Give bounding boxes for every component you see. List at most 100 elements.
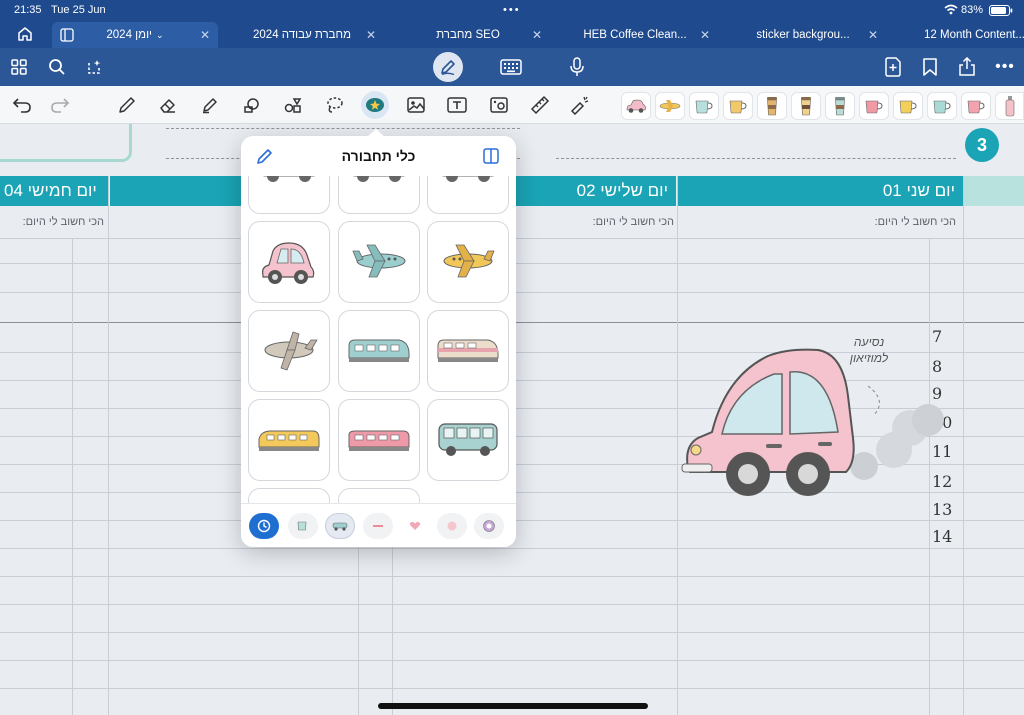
gray-plane-sticker[interactable] [248,310,330,392]
wifi-icon [944,4,958,18]
close-tab-icon[interactable]: ✕ [868,28,878,42]
sticker-grid [241,176,516,503]
home-icon[interactable] [12,21,38,47]
yellow-train-sticker[interactable] [248,399,330,481]
sticker-category-bar [241,503,516,547]
pink-cup-sticker[interactable] [961,92,991,120]
tab-seo-notebook[interactable]: מחברת SEO ✕ [386,22,550,48]
text-box-icon[interactable] [444,92,470,118]
blue-train-sticker[interactable] [338,310,420,392]
important-label: הכי חשוב לי היום: [874,216,956,228]
add-page-icon[interactable] [880,54,906,80]
yellow-cup-sticker[interactable] [723,92,753,120]
pink-car-sticker[interactable] [621,92,651,120]
hearts-category-tab[interactable] [400,513,430,539]
popover-arrow [367,129,385,137]
clock-icon [257,519,271,533]
takeaway-cup-sticker[interactable] [757,92,787,120]
highlighter-icon[interactable] [197,92,223,118]
transport-category-tab[interactable] [325,513,355,539]
stickers-tool-button[interactable] [361,91,389,119]
tab-12-month-content[interactable]: 12 Month Content... [888,22,1024,48]
important-label: הכי חשוב לי היום: [592,216,674,228]
tab-journal-2024[interactable]: יומן 2024 ⌄ ✕ [52,22,218,48]
tab-sticker-background[interactable]: sticker backgrou... ✕ [720,22,886,48]
pink-car-sticker[interactable] [248,221,330,303]
home-indicator[interactable] [378,703,648,709]
share-icon[interactable] [954,54,980,80]
tab-work-notebook[interactable]: מחברת עבודה 2024 ✕ [220,22,384,48]
redo-icon[interactable] [47,92,73,118]
grid-icon[interactable] [6,54,32,80]
circles-category-tab[interactable] [437,513,467,539]
battery-percent: 83% [961,4,984,16]
undo-icon[interactable] [9,92,35,118]
status-bar: 21:35 Tue 25 Jun ••• 83% [0,0,1024,20]
main-toolbar: ••• [0,48,1024,86]
close-tab-icon[interactable]: ✕ [366,28,376,42]
frame-decoration [0,124,132,162]
takeaway-cup-sticker[interactable] [825,92,855,120]
badge-icon [483,520,495,532]
elements-icon[interactable] [280,92,306,118]
day-header-thursday: יום חמישי 04 [0,176,108,206]
blue-plane-sticker[interactable] [338,221,420,303]
drawing-toolbar [0,86,1024,124]
image-icon[interactable] [403,92,429,118]
sticker-popup: כלי תחבורה [241,136,516,547]
tab-label: sticker backgrou... [756,29,850,41]
ruler-icon[interactable] [527,92,553,118]
pen-icon[interactable] [114,92,140,118]
laser-pointer-icon[interactable] [567,92,593,118]
ribbon-icon [373,525,383,527]
yellow-plane-sticker[interactable] [427,221,509,303]
close-tab-icon[interactable]: ✕ [532,28,542,42]
yellow-car-sticker[interactable] [427,176,509,214]
dashed-line [166,128,520,129]
split-view-icon[interactable] [482,147,500,170]
recent-category-tab[interactable] [249,513,279,539]
lasso-icon[interactable] [321,92,347,118]
hour-label: 14 [932,527,953,546]
yellow-plane-sticker[interactable] [655,92,685,120]
mint-cup-sticker[interactable] [689,92,719,120]
car-icon [332,522,348,531]
close-tab-icon[interactable]: ✕ [700,28,710,42]
sticker-cell[interactable] [338,488,420,503]
mint-cup-sticker[interactable] [927,92,957,120]
status-time: 21:35 [14,4,42,16]
microphone-icon[interactable] [564,54,590,80]
shapes-icon[interactable] [239,92,265,118]
multitask-dots-icon[interactable]: ••• [503,4,521,16]
sticker-cell[interactable] [248,488,330,503]
bookmark-icon[interactable] [917,54,943,80]
hour-label: 7 [932,327,943,346]
blue-car-sticker[interactable] [248,176,330,214]
chevron-down-icon[interactable]: ⌄ [156,30,164,41]
beige-car-sticker[interactable] [338,176,420,214]
tab-heb-coffee[interactable]: HEB Coffee Clean... ✕ [552,22,718,48]
pink-car-sticker-placed[interactable] [678,346,948,498]
takeaway-cup-sticker[interactable] [791,92,821,120]
circle-sticker-icon [447,521,457,531]
keyboard-icon[interactable] [498,54,524,80]
dashed-line [556,158,956,159]
camera-image-icon[interactable] [486,92,512,118]
beige-train-sticker[interactable] [427,310,509,392]
more-options-icon[interactable]: ••• [992,54,1018,80]
pink-train-sticker[interactable] [338,399,420,481]
tab-label: מחברת עבודה 2024 [253,29,351,41]
eraser-icon[interactable] [155,92,181,118]
battery-icon [989,5,1013,19]
yellow-cup-sticker[interactable] [893,92,923,120]
pen-mode-button[interactable] [433,52,463,82]
ribbon-category-tab[interactable] [363,513,393,539]
coffee-category-tab[interactable] [288,513,318,539]
close-tab-icon[interactable]: ✕ [200,28,210,42]
search-icon[interactable] [44,54,70,80]
pink-cup-sticker[interactable] [859,92,889,120]
badges-category-tab[interactable] [474,513,504,539]
blue-bus-sticker[interactable] [427,399,509,481]
bottle-sticker[interactable] [995,92,1024,120]
magic-select-icon[interactable] [82,54,108,80]
